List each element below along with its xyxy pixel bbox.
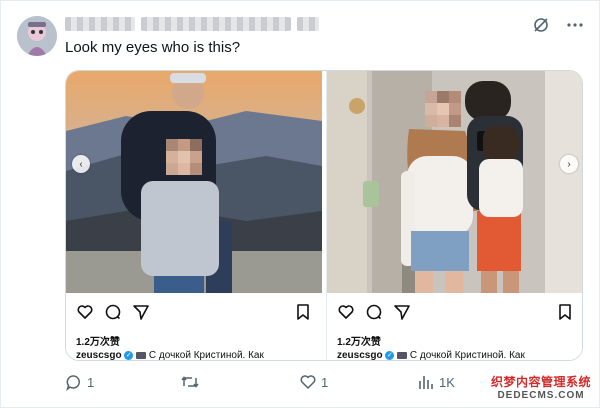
retweet-button[interactable]	[180, 373, 204, 391]
watermark-line2: DEDECMS.COM	[497, 390, 585, 401]
verified-icon: ✓	[124, 350, 134, 360]
share-icon[interactable]	[393, 303, 411, 321]
likes-count: 1.2万次赞	[76, 337, 120, 348]
retweet-icon	[181, 376, 199, 388]
analytics-icon	[419, 376, 433, 389]
camera-icon	[397, 351, 408, 359]
instagram-actions-left	[76, 303, 312, 321]
heart-icon	[300, 375, 316, 389]
grok-icon[interactable]	[531, 15, 551, 35]
avatar[interactable]	[17, 16, 57, 56]
tweet-text: Look my eyes who is this?	[65, 39, 241, 56]
caption-username[interactable]: zeuscsgo	[337, 350, 383, 360]
likes-count: 1.2万次赞	[337, 337, 381, 348]
instagram-card-left[interactable]: ‹ 1.2万次赞 zeuscsgo ✓ С дочкой Кристиной. …	[66, 71, 322, 361]
views-button[interactable]: 1K	[417, 373, 455, 391]
verified-icon: ✓	[385, 350, 395, 360]
reply-icon	[66, 375, 80, 391]
heart-icon[interactable]	[337, 303, 355, 321]
caption-text: С дочкой Кристиной. Как	[409, 350, 525, 361]
header-actions	[531, 15, 585, 35]
carousel-prev-button[interactable]: ‹	[72, 155, 90, 173]
caption: zeuscsgo ✓ С дочкой Кристиной. Как	[76, 350, 264, 361]
heart-icon[interactable]	[76, 303, 94, 321]
tweet: Look my eyes who is this? ‹ 1.2万次赞 zeusc…	[0, 0, 600, 408]
bookmark-icon[interactable]	[556, 303, 574, 321]
more-icon[interactable]	[565, 15, 585, 35]
blurred-username	[65, 17, 319, 33]
instagram-actions-right	[337, 303, 574, 321]
watermark-line1: 织梦内容管理系统	[490, 375, 591, 389]
caption-text: С дочкой Кристиной. Как	[148, 350, 264, 361]
caption: zeuscsgo ✓ С дочкой Кристиной. Как	[337, 350, 525, 361]
comment-icon[interactable]	[365, 303, 383, 321]
photo-mirror-selfie[interactable]	[327, 71, 582, 293]
watermark: 织梦内容管理系统 DEDECMS.COM	[489, 373, 593, 401]
bookmark-icon[interactable]	[294, 303, 312, 321]
share-icon[interactable]	[132, 303, 150, 321]
reply-button[interactable]: 1	[65, 373, 94, 391]
media-grid[interactable]: ‹ 1.2万次赞 zeuscsgo ✓ С дочкой Кристиной. …	[65, 70, 583, 361]
caption-username[interactable]: zeuscsgo	[76, 350, 122, 360]
photo-mountain[interactable]	[66, 71, 322, 293]
like-button[interactable]: 1	[299, 373, 328, 391]
camera-icon	[136, 351, 147, 359]
carousel-next-button[interactable]: ›	[560, 155, 578, 173]
instagram-card-right[interactable]: › 1.2万次赞 zeuscsgo ✓ С дочкой Кристиной. …	[326, 71, 582, 361]
comment-icon[interactable]	[104, 303, 122, 321]
